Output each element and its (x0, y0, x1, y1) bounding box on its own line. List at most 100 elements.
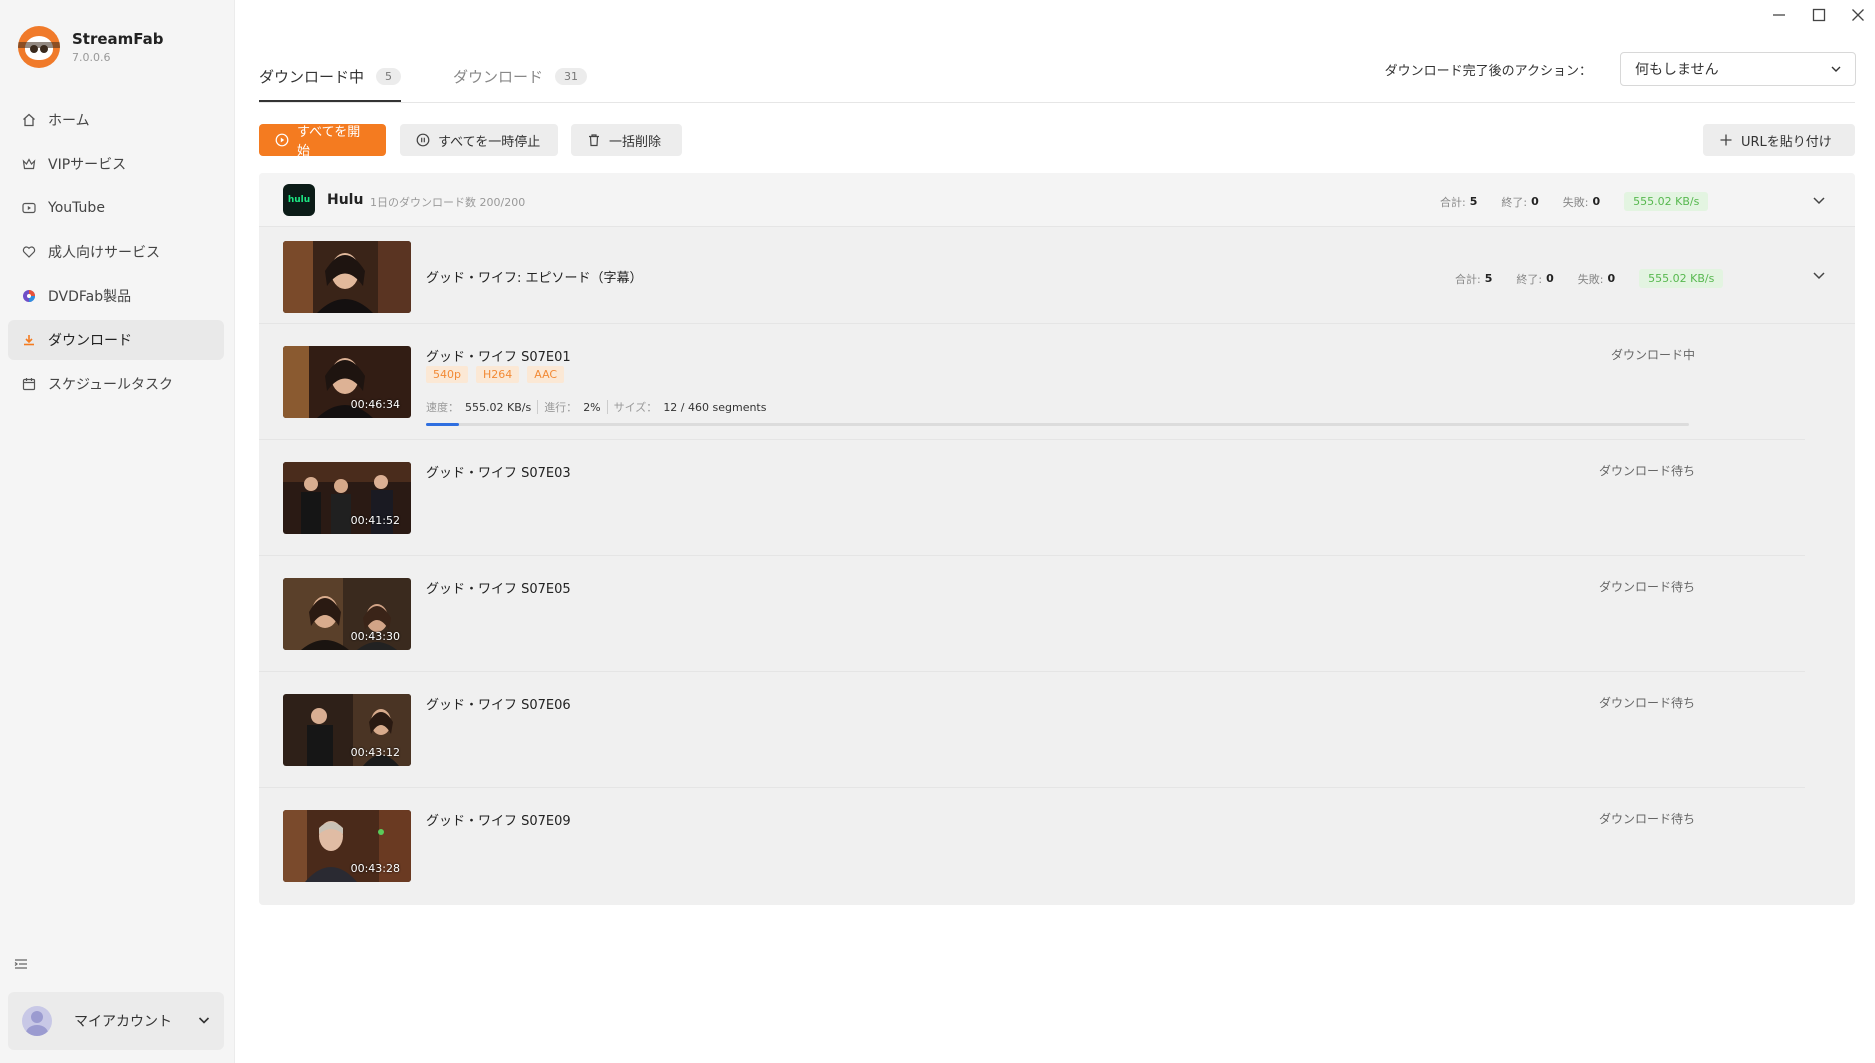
tab-label: ダウンロード中 (259, 67, 365, 86)
crown-icon (20, 155, 38, 173)
pause-all-label: すべてを一時停止 (438, 134, 541, 150)
service-group-row[interactable]: hulu Hulu 1日のダウンロード数 200/200 合計: 5 終了: 0 失… (259, 173, 1855, 227)
dvdfab-icon (20, 287, 38, 305)
episode-duration: 00:43:30 (350, 630, 400, 643)
episode-row[interactable]: 00:46:34 グッド・ワイフ S07E01 540p H264 AAC 速度… (259, 324, 1805, 440)
chevron-down-icon (196, 1012, 212, 1028)
delete-all-label: 一括削除 (609, 134, 662, 150)
episode-duration: 00:43:12 (350, 746, 400, 759)
progress-bar (426, 423, 1689, 426)
codec-tag: H264 (475, 366, 520, 383)
sidebar-item-label: VIPサービス (48, 157, 127, 173)
done-count: 0 (1546, 272, 1554, 285)
sidebar-item-label: スケジュールタスク (48, 377, 174, 393)
episode-row[interactable]: 00:41:52 グッド・ワイフ S07E03 ダウンロード待ち (259, 440, 1805, 556)
sidebar-item-schedule[interactable]: スケジュールタスク (8, 364, 224, 404)
series-group-row[interactable]: グッド・ワイフ: エピソード（字幕） 合計: 5 終了: 0 失敗: 0 555.02… (259, 227, 1855, 324)
episode-title: グッド・ワイフ S07E03 (426, 466, 571, 481)
calendar-icon (20, 375, 38, 393)
tab-count-badge: 31 (555, 67, 588, 85)
youtube-icon (20, 199, 38, 217)
after-action-label: ダウンロード完了後のアクション： (1384, 64, 1592, 79)
episode-tags: 540p H264 AAC (426, 366, 572, 383)
sidebar-item-dvdfab[interactable]: DVDFab製品 (8, 276, 224, 316)
play-circle-icon (275, 133, 289, 147)
episode-title: グッド・ワイフ S07E01 (426, 350, 571, 365)
close-button[interactable] (1843, 4, 1873, 26)
close-icon (1852, 9, 1864, 21)
series-title: グッド・ワイフ: エピソード（字幕） (426, 271, 643, 286)
account-label: マイアカウント (74, 1014, 172, 1030)
start-all-button[interactable]: すべてを開始 (259, 124, 386, 159)
episode-title: グッド・ワイフ S07E05 (426, 582, 571, 597)
hulu-logo-icon: hulu (283, 184, 315, 216)
episode-row[interactable]: 00:43:12 グッド・ワイフ S07E06 ダウンロード待ち (259, 672, 1805, 788)
sidebar-item-label: ホーム (48, 113, 90, 129)
resolution-tag: 540p (426, 366, 468, 383)
chevron-down-icon[interactable] (1811, 267, 1827, 283)
chevron-down-icon[interactable] (1811, 192, 1827, 208)
audio-tag: AAC (527, 366, 565, 383)
minimize-button[interactable] (1764, 4, 1794, 26)
episode-duration: 00:46:34 (350, 398, 400, 411)
pause-all-button[interactable]: すべてを一時停止 (400, 124, 558, 156)
sidebar: StreamFab 7.0.0.6 ホーム VIPサービス YouTube 成人… (0, 0, 235, 1063)
menu-collapse-icon[interactable] (14, 956, 30, 972)
sidebar-item-adult[interactable]: 成人向けサービス (8, 232, 224, 272)
episode-duration: 00:43:28 (350, 862, 400, 875)
paste-url-label: URLを貼り付け (1741, 134, 1832, 150)
maximize-button[interactable] (1804, 4, 1834, 26)
after-action-select[interactable]: 何もしません (1620, 52, 1856, 86)
service-stats: 合計: 5 終了: 0 失敗: 0 555.02 KB/s (1440, 192, 1709, 211)
episode-status: ダウンロード待ち (1598, 812, 1695, 826)
sidebar-item-label: DVDFab製品 (48, 289, 132, 305)
series-stats: 合計: 5 終了: 0 失敗: 0 555.02 KB/s (1455, 269, 1724, 288)
pause-circle-icon (416, 133, 430, 147)
account-button[interactable]: マイアカウント (8, 992, 224, 1050)
service-name: Hulu (327, 192, 364, 208)
chevron-down-icon (1829, 62, 1843, 76)
total-count: 5 (1469, 195, 1478, 208)
tab-label: ダウンロード (453, 67, 544, 86)
sidebar-item-vip[interactable]: VIPサービス (8, 144, 224, 184)
episode-status: ダウンロード待ち (1598, 696, 1695, 710)
home-icon (20, 111, 38, 129)
brand: StreamFab 7.0.0.6 (18, 26, 164, 68)
sidebar-item-label: ダウンロード (48, 333, 132, 349)
sidebar-item-label: 成人向けサービス (48, 245, 160, 261)
episode-thumbnail: 00:43:30 (283, 578, 411, 650)
episode-row[interactable]: 00:43:30 グッド・ワイフ S07E05 ダウンロード待ち (259, 556, 1805, 672)
episode-thumbnail: 00:43:12 (283, 694, 411, 766)
maximize-icon (1812, 8, 1826, 22)
paste-url-button[interactable]: URLを貼り付け (1703, 124, 1855, 156)
episode-title: グッド・ワイフ S07E09 (426, 814, 571, 829)
download-size: 12 / 460 segments (663, 400, 767, 414)
after-action-value: 何もしません (1635, 62, 1719, 78)
tab-count-badge: 5 (376, 67, 402, 85)
episode-status: ダウンロード待ち (1598, 580, 1695, 594)
total-count: 5 (1484, 272, 1493, 285)
speed-badge: 555.02 KB/s (1624, 192, 1709, 211)
tab-downloading[interactable]: ダウンロード中 5 (259, 50, 402, 102)
episode-duration: 00:41:52 (350, 514, 400, 527)
tab-downloaded[interactable]: ダウンロード 31 (453, 50, 588, 102)
app-name: StreamFab (72, 30, 164, 48)
app-version: 7.0.0.6 (72, 51, 111, 64)
tab-divider (259, 102, 1855, 103)
service-quota: 1日のダウンロード数 200/200 (370, 196, 526, 209)
download-tabs: ダウンロード中 5 ダウンロード 31 (259, 50, 639, 102)
sidebar-item-download[interactable]: ダウンロード (8, 320, 224, 360)
done-count: 0 (1531, 195, 1539, 208)
sidebar-item-youtube[interactable]: YouTube (8, 188, 224, 228)
progress-info: 速度： 555.02 KB/s 進行： 2% サイズ： 12 / 460 seg… (426, 400, 767, 414)
download-icon (20, 331, 38, 349)
series-thumbnail (283, 241, 411, 313)
delete-all-button[interactable]: 一括削除 (571, 124, 682, 156)
download-progress: 2% (583, 400, 601, 414)
episode-row[interactable]: 00:43:28 グッド・ワイフ S07E09 ダウンロード待ち (259, 788, 1805, 904)
download-panel: hulu Hulu 1日のダウンロード数 200/200 合計: 5 終了: 0 失… (259, 173, 1855, 905)
sidebar-item-home[interactable]: ホーム (8, 100, 224, 140)
episode-thumbnail: 00:43:28 (283, 810, 411, 882)
episode-thumbnail: 00:41:52 (283, 462, 411, 534)
avatar (22, 1006, 52, 1036)
